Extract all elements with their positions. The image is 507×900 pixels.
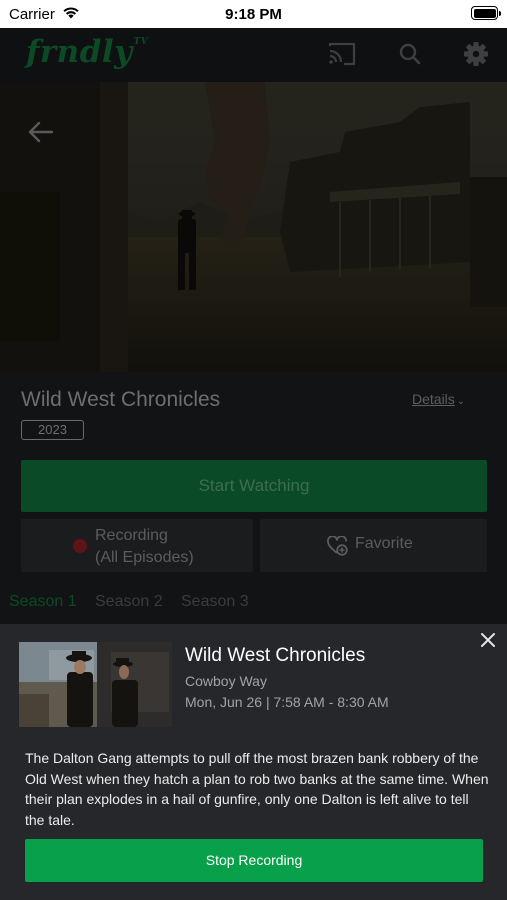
- episode-thumbnail: [19, 642, 172, 727]
- stop-recording-button[interactable]: Stop Recording: [25, 839, 483, 882]
- chevron-down-icon: ⌄: [456, 396, 466, 407]
- episode-airtime: Mon, Jun 26 | 7:58 AM - 8:30 AM: [185, 694, 389, 710]
- favorite-button[interactable]: Favorite: [260, 519, 487, 572]
- heart-plus-icon: [327, 536, 348, 556]
- battery-icon: [471, 6, 501, 20]
- favorite-label: Favorite: [355, 535, 413, 552]
- episode-description: The Dalton Gang attempts to pull off the…: [25, 750, 489, 828]
- record-dot-icon: [73, 539, 87, 553]
- clock: 9:18 PM: [225, 6, 282, 23]
- hero-image: [0, 82, 507, 372]
- close-icon[interactable]: [478, 630, 498, 650]
- episode-title: Wild West Chronicles: [185, 645, 366, 666]
- settings-icon[interactable]: [461, 40, 491, 68]
- back-arrow-icon[interactable]: [26, 117, 56, 147]
- start-watching-button[interactable]: Start Watching: [21, 460, 487, 512]
- year-badge: 2023: [21, 420, 84, 440]
- tab-season-3[interactable]: Season 3: [181, 593, 249, 611]
- show-title: Wild West Chronicles: [21, 388, 221, 411]
- tab-season-1[interactable]: Season 1: [9, 593, 77, 611]
- status-bar: Carrier 9:18 PM: [0, 0, 507, 28]
- details-link[interactable]: Details ⌄: [412, 391, 465, 407]
- search-icon[interactable]: [396, 40, 426, 68]
- cast-icon[interactable]: [327, 40, 357, 68]
- recording-label: Recording (All Episodes): [95, 527, 194, 566]
- frndly-logo[interactable]: frndlyTV: [26, 34, 148, 70]
- recording-button[interactable]: Recording (All Episodes): [21, 519, 253, 572]
- tab-season-2[interactable]: Season 2: [95, 593, 163, 611]
- episode-name: Cowboy Way: [185, 673, 267, 689]
